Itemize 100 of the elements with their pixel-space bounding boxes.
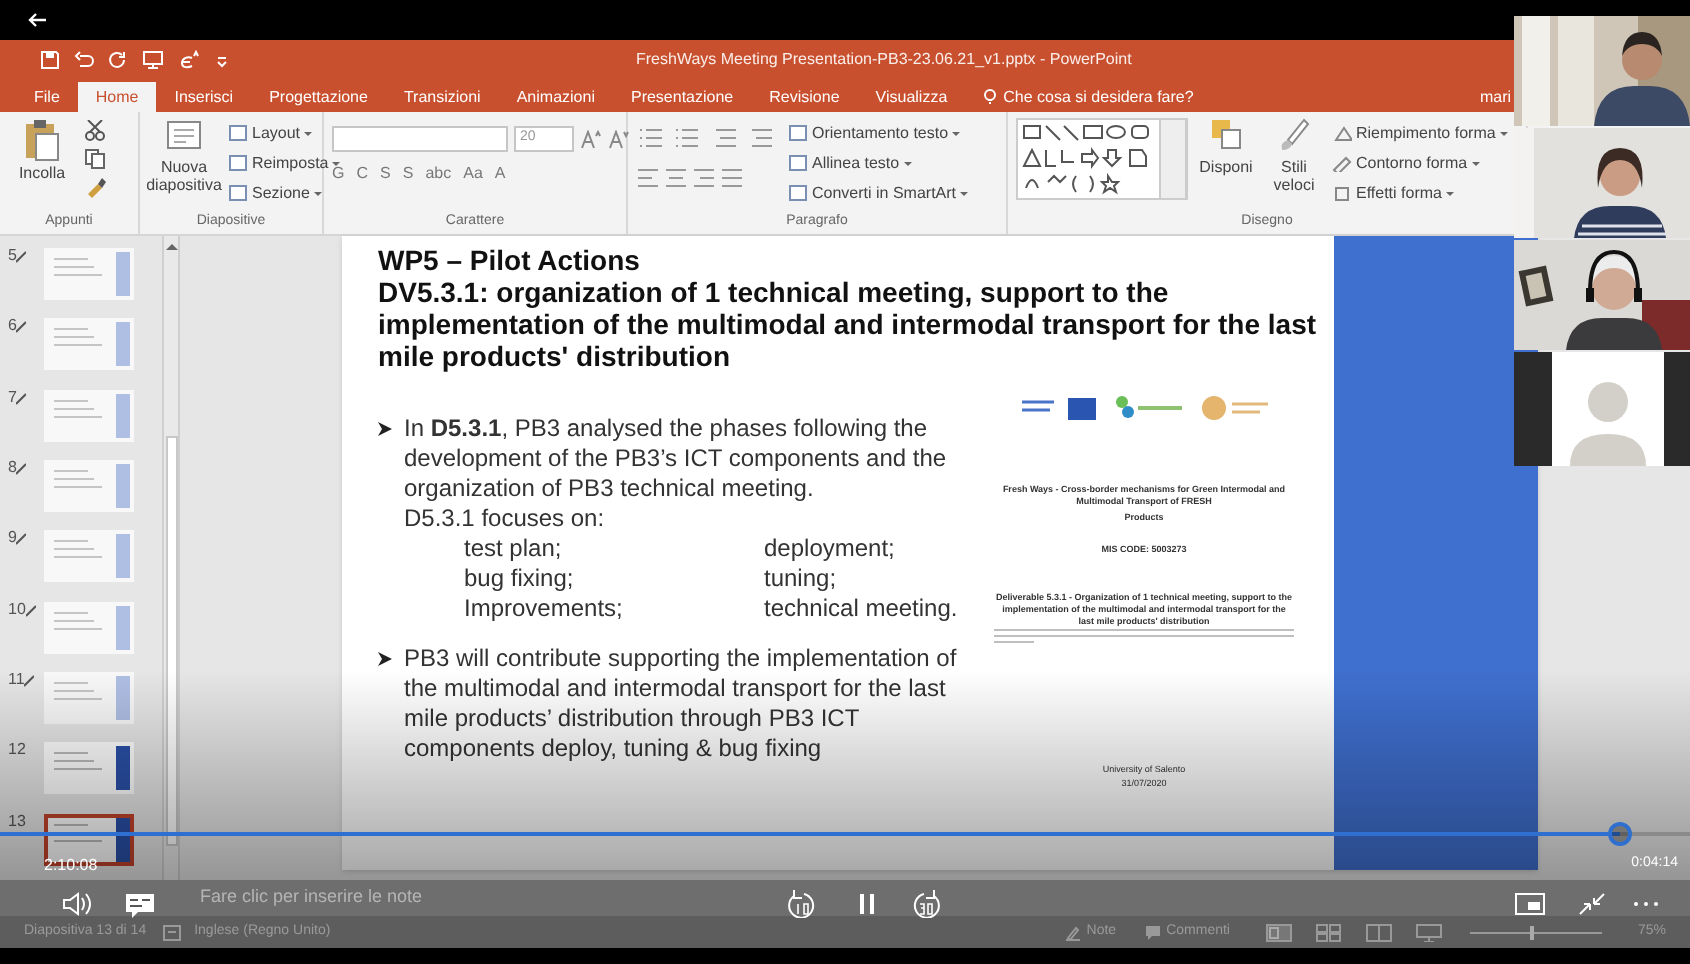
paste-button[interactable]: Incolla	[8, 118, 76, 212]
scrollbar[interactable]	[162, 236, 178, 880]
volume-icon[interactable]	[62, 890, 94, 918]
ribbon-button[interactable]: Allinea testo	[788, 148, 969, 178]
collapse-icon[interactable]	[1576, 890, 1608, 918]
shrink-font-icon[interactable]	[608, 129, 630, 149]
grow-font-icon[interactable]	[580, 129, 602, 149]
ribbon-button[interactable]: Disponi	[1196, 118, 1256, 212]
slide-icon[interactable]	[164, 118, 204, 152]
list-item: technical meeting.	[764, 594, 960, 624]
caret-icon[interactable]	[1471, 161, 1480, 165]
notes-field[interactable]: Fare clic per inserire le note	[200, 884, 423, 912]
ribbon-tab[interactable]: Animazioni	[498, 82, 613, 112]
spelling-icon[interactable]	[162, 923, 183, 941]
slideshow-icon[interactable]	[1415, 923, 1442, 941]
comment-icon[interactable]	[1144, 923, 1163, 941]
slide-thumbnail[interactable]	[44, 742, 134, 795]
undo-icon[interactable]	[74, 50, 94, 70]
caret-icon[interactable]	[1445, 191, 1454, 195]
slide-number: 12	[8, 738, 26, 763]
rewind-icon[interactable]	[786, 890, 818, 918]
slide-number: 11	[8, 667, 25, 692]
format-button[interactable]: S	[380, 162, 391, 186]
caret-icon[interactable]	[313, 191, 322, 195]
brush-icon[interactable]	[84, 176, 106, 198]
ribbon-button[interactable]: Converti in SmartArt	[788, 178, 969, 208]
ribbon-button[interactable]: Stili veloci	[1264, 118, 1324, 212]
back-icon[interactable]	[28, 12, 48, 28]
bullet-text: PB3 will contribute supporting the implementation of the multimodal and intermodal transport for the last mile products’ distribution through PB3 ICT components deploy, tuning & bug fixing	[404, 644, 959, 764]
slide-thumbnail[interactable]	[44, 248, 134, 300]
slide-thumbnail[interactable]	[44, 601, 134, 654]
save-icon[interactable]	[40, 50, 60, 70]
reading-view-icon[interactable]	[1365, 923, 1392, 941]
format-button[interactable]: A	[494, 162, 506, 186]
redo-icon[interactable]	[108, 50, 128, 70]
format-button[interactable]: abc	[425, 162, 452, 186]
scroll-thumb[interactable]	[166, 436, 178, 846]
slide-heading: WP5 – Pilot Actions	[378, 244, 642, 276]
slide-number: 9	[8, 526, 17, 551]
ribbon-button[interactable]: Riempimento forma	[1332, 118, 1508, 148]
caret-icon[interactable]	[960, 191, 969, 195]
caret-icon[interactable]	[304, 131, 313, 135]
brush-icon[interactable]	[1278, 118, 1310, 152]
align-icon[interactable]	[636, 166, 748, 190]
font-name-field[interactable]	[332, 126, 508, 152]
bullet-text: In D5.3.1, PB3 analysed the phases following the development of the PB3’s ICT components and the organization of PB3 technical meeting.	[404, 414, 949, 504]
ribbon-tab[interactable]: Revisione	[751, 82, 858, 112]
bullet-icon	[378, 650, 392, 668]
ribbon-tab[interactable]: Inserisci	[156, 82, 252, 112]
ribbon-button[interactable]: Contorno forma	[1332, 148, 1508, 178]
ribbon-button[interactable]: Orientamento testo	[788, 118, 969, 148]
scissors-icon[interactable]	[84, 120, 106, 142]
ribbon-tab[interactable]: Presentazione	[612, 82, 752, 112]
bullet-text: D5.3.1 focuses on:	[404, 504, 607, 534]
presentation-icon[interactable]	[142, 50, 164, 70]
ribbon-tab[interactable]: Visualizza	[857, 82, 966, 112]
shapes-gallery[interactable]	[1016, 118, 1188, 200]
format-button[interactable]: S	[402, 162, 414, 186]
equation-icon[interactable]	[178, 50, 202, 70]
caret-icon[interactable]	[903, 161, 912, 165]
list-item: Improvements;	[464, 594, 625, 624]
slide-number: 6	[8, 314, 17, 339]
university-logo	[1200, 392, 1268, 424]
caret-icon[interactable]	[332, 161, 341, 165]
clipboard-icon[interactable]	[22, 118, 62, 162]
picture-in-picture-icon[interactable]	[1514, 890, 1546, 918]
list-item: deployment;	[764, 534, 897, 564]
user-name: mari	[1480, 86, 1512, 110]
format-button[interactable]: Aa	[463, 162, 483, 186]
ribbon-tab[interactable]: Transizioni	[385, 82, 499, 112]
caret-icon[interactable]	[952, 131, 961, 135]
ribbon-button[interactable]: Layout	[228, 118, 341, 148]
pencil-icon[interactable]	[1064, 923, 1083, 941]
ribbon-tab[interactable]: Home	[77, 82, 157, 112]
slide-thumbnail[interactable]	[44, 389, 134, 442]
list-item: test plan;	[464, 534, 564, 564]
new-slide-button[interactable]: Nuova diapositiva	[148, 118, 220, 212]
normal-view-icon[interactable]	[1265, 923, 1292, 941]
progress-thumb[interactable]	[1607, 822, 1631, 846]
lightbulb-icon	[981, 88, 998, 106]
tell-me-field[interactable]: Che cosa si desidera fare?	[981, 82, 1194, 112]
slide-thumbnail[interactable]	[44, 459, 134, 512]
forward-icon[interactable]	[910, 890, 942, 918]
ribbon-tab[interactable]: File	[16, 82, 78, 112]
sorter-view-icon[interactable]	[1315, 923, 1342, 941]
ribbon-button[interactable]: Effetti forma	[1332, 178, 1508, 208]
slide-number: 5	[8, 244, 17, 268]
format-button[interactable]: C	[356, 162, 369, 186]
bullet-icon	[378, 420, 392, 438]
caret-icon[interactable]	[1499, 131, 1508, 135]
slide-title: DV5.3.1: organization of 1 technical meeting, support to the implementation of the multimodal and intermodal transport for the last mile products' distribution	[378, 276, 1318, 372]
copy-icon[interactable]	[84, 148, 106, 170]
slide-thumbnail[interactable]	[44, 671, 134, 724]
slide-thumbnail[interactable]	[44, 530, 134, 583]
slide-thumbnail[interactable]	[44, 318, 134, 371]
captions-icon[interactable]	[124, 890, 156, 918]
arrange-icon[interactable]	[1210, 118, 1242, 152]
scroll-up-icon[interactable]	[165, 240, 177, 252]
ribbon-tab[interactable]: Progettazione	[251, 82, 386, 112]
leaf-logo	[1112, 392, 1184, 424]
